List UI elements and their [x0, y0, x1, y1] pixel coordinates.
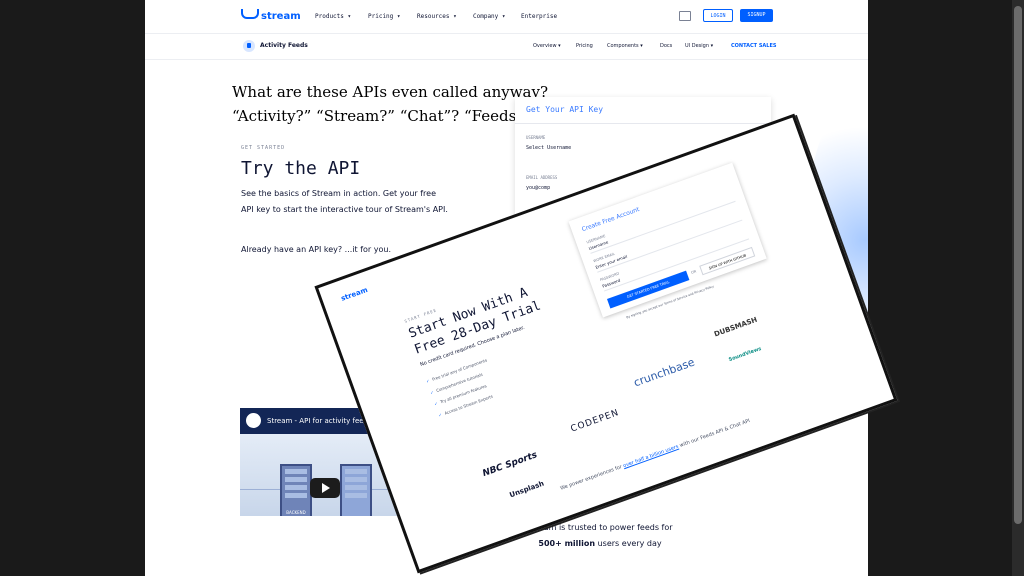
- play-button[interactable]: [310, 478, 340, 498]
- sub-navigation: Activity Feeds Overview ▾ Pricing Compon…: [145, 34, 868, 60]
- overlay-title: Start Now With A Free 28-Day Trial: [406, 285, 543, 358]
- github-signup-button[interactable]: SIGN UP WITH GITHUB: [699, 246, 756, 276]
- dubsmash-logo: DUBSMASH: [713, 315, 759, 339]
- username-label: USERNAME: [526, 135, 546, 140]
- nav-enterprise[interactable]: Enterprise: [521, 13, 557, 20]
- subnav-pricing[interactable]: Pricing: [576, 43, 593, 49]
- divider: [590, 200, 736, 254]
- boat-icon: [241, 9, 259, 19]
- nbc-sports-logo: NBC Sports: [481, 450, 539, 480]
- channel-avatar[interactable]: [246, 413, 261, 428]
- nav-company[interactable]: Company ▾: [473, 13, 506, 20]
- subnav-components[interactable]: Components ▾: [607, 43, 643, 49]
- start-trial-button[interactable]: GET STARTED FREE TRIAL: [606, 270, 690, 309]
- check-icon: ✓: [425, 378, 431, 384]
- check-icon: ✓: [429, 389, 435, 396]
- username-field[interactable]: Select Username: [526, 145, 571, 151]
- mail-icon[interactable]: [679, 11, 691, 21]
- top-navigation: stream Products ▾ Pricing ▾ Resources ▾ …: [145, 0, 868, 34]
- subnav-docs[interactable]: Docs: [660, 43, 672, 49]
- unsplash-logo: Unsplash: [508, 479, 546, 500]
- hero-title: Try the API: [241, 158, 361, 179]
- handwritten-annotation: What are these APIs even called anyway? …: [232, 83, 549, 125]
- email-label: EMAIL ADDRESS: [526, 175, 558, 180]
- stream-logo[interactable]: stream: [241, 9, 301, 22]
- stream-logo: stream: [339, 285, 369, 303]
- hero-paragraph: See the basics of Stream in action. Get …: [241, 189, 448, 214]
- signup-button[interactable]: SIGNUP: [740, 9, 773, 22]
- form-title: Create Free Account: [580, 206, 641, 234]
- server-rack-icon: BACKEND: [280, 464, 312, 516]
- codepen-logo: CODEPEN: [569, 407, 621, 435]
- product-title[interactable]: Activity Feeds: [260, 42, 308, 49]
- scrollbar[interactable]: [1012, 0, 1024, 576]
- create-account-form: Create Free Account USERNAME Username WO…: [568, 162, 767, 318]
- nav-pricing[interactable]: Pricing ▾: [368, 13, 401, 20]
- subnav-overview[interactable]: Overview ▾: [533, 43, 561, 49]
- divider: [515, 123, 771, 124]
- or-label: OR: [690, 269, 697, 275]
- nav-resources[interactable]: Resources ▾: [417, 13, 457, 20]
- scrollbar-thumb[interactable]: [1014, 6, 1022, 524]
- check-icon: ✓: [433, 400, 439, 407]
- nav-products[interactable]: Products ▾: [315, 13, 351, 20]
- server-rack-icon: [340, 464, 372, 516]
- contact-sales-link[interactable]: CONTACT SALES: [731, 43, 777, 49]
- users-link[interactable]: over half a billion users: [622, 444, 679, 469]
- login-button[interactable]: LOGIN: [703, 9, 733, 22]
- api-card-title: Get Your API Key: [526, 105, 604, 114]
- brand-logo: SoundViews: [727, 345, 763, 364]
- email-field[interactable]: you@comp: [526, 185, 550, 191]
- crunchbase-logo: crunchbase: [631, 355, 697, 390]
- check-icon: ✓: [437, 412, 443, 418]
- subnav-ui-design[interactable]: UI Design ▾: [685, 43, 713, 49]
- eyebrow-label: GET STARTED: [241, 145, 286, 151]
- activity-feeds-icon: [243, 40, 255, 52]
